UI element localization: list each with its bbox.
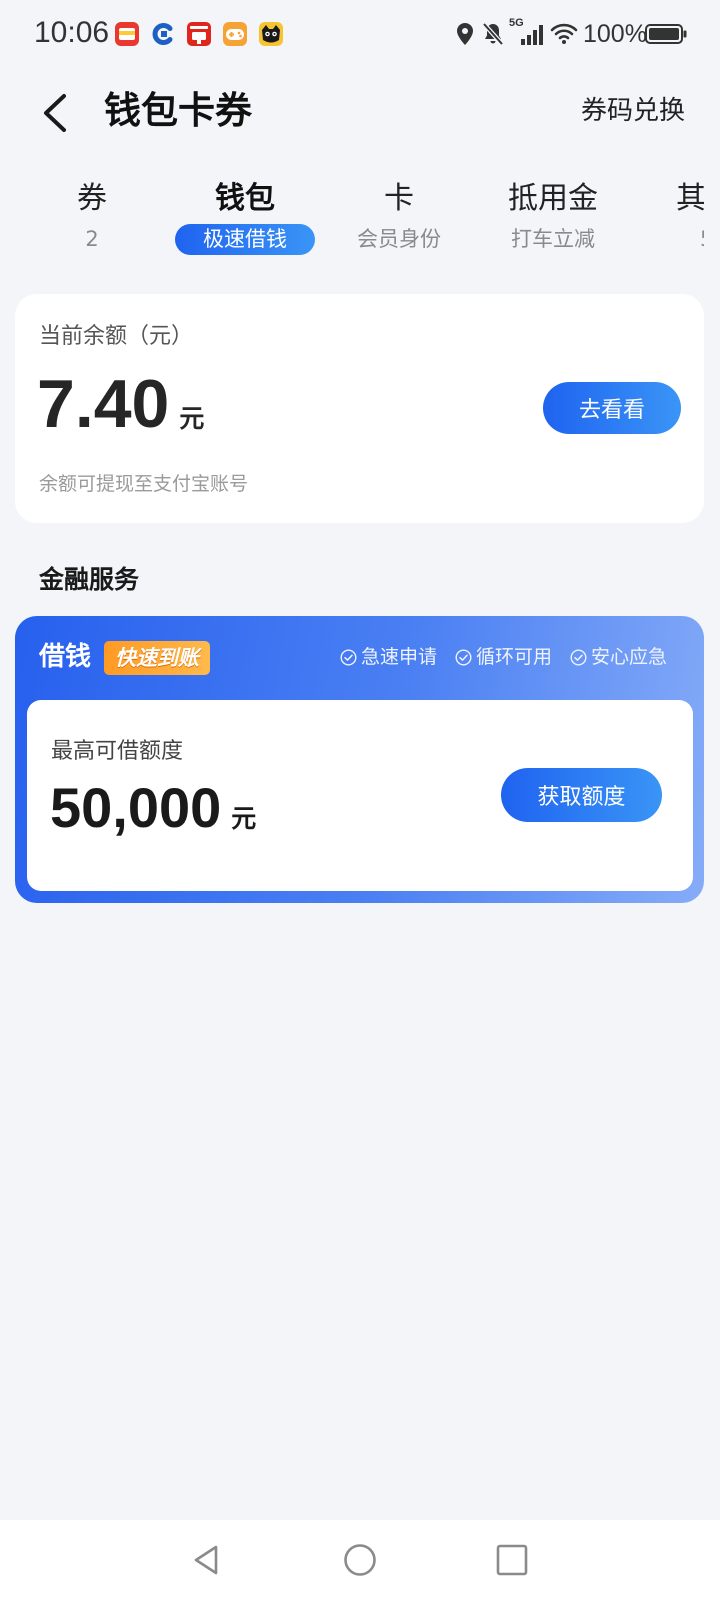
game-app-icon: [223, 22, 247, 46]
page-title: 钱包卡券: [104, 89, 252, 132]
tab-sub: 会员身份: [357, 227, 441, 251]
cat-app-icon: [259, 22, 283, 46]
feature-text: 急速申请: [361, 646, 438, 668]
tab-other[interactable]: 其 5: [676, 172, 704, 264]
tab-label: 其: [676, 181, 704, 216]
feature-text: 安心应急: [591, 646, 668, 668]
chevron-left-icon: [44, 94, 66, 132]
feature-item: 安心应急: [570, 646, 667, 668]
tab-coupons[interactable]: 券 2: [17, 172, 167, 264]
wifi-icon: [550, 23, 578, 44]
tab-sub: 打车立减: [511, 227, 595, 251]
back-icon[interactable]: [188, 1542, 224, 1578]
balance-card: 当前余额（元） 7.40 元 去看看 余额可提现至支付宝账号: [15, 294, 704, 523]
check-circle-icon: [570, 648, 587, 666]
status-time: 10:06: [34, 16, 110, 49]
tab-label: 抵用金: [508, 181, 598, 216]
loan-card[interactable]: 借钱 快速到账 急速申请 循环可用 安心应急 最高可借额度 50,000 元 获…: [15, 616, 704, 903]
notification-app-icons: [114, 21, 284, 47]
loan-amount-row: 50,000 元: [50, 775, 256, 841]
check-circle-icon: [455, 648, 472, 666]
loan-title: 借钱: [39, 642, 92, 672]
feature-item: 循环可用: [455, 646, 552, 668]
tab-wallet[interactable]: 钱包 极速借钱: [170, 172, 320, 264]
loan-features: 急速申请 循环可用 安心应急: [340, 646, 667, 668]
feature-text: 循环可用: [476, 646, 553, 668]
balance-amount-row: 7.40 元: [37, 364, 204, 444]
tab-label: 钱包: [215, 181, 275, 216]
bell-off-icon: [482, 22, 504, 46]
tab-label: 卡: [384, 181, 414, 216]
tab-sub-pill: 极速借钱: [175, 224, 315, 255]
section-title: 金融服务: [39, 565, 140, 594]
home-icon[interactable]: [342, 1542, 378, 1578]
balance-unit: 元: [179, 404, 205, 433]
balance-amount: 7.40: [37, 366, 170, 442]
back-button[interactable]: [38, 91, 74, 135]
redeem-code-button[interactable]: 券码兑换: [581, 94, 685, 128]
bank-app-icon: [152, 23, 173, 45]
battery-percent: 100%: [583, 20, 647, 48]
balance-label: 当前余额（元）: [39, 324, 194, 349]
loan-badge: 快速到账: [104, 641, 210, 675]
loan-limit-panel: 最高可借额度 50,000 元 获取额度: [27, 700, 693, 891]
card-app-icon: [115, 22, 139, 46]
battery-icon: [645, 24, 687, 44]
check-circle-icon: [340, 648, 357, 666]
loan-limit-label: 最高可借额度: [51, 739, 184, 764]
feature-item: 急速申请: [340, 646, 437, 668]
category-tabs: 券 2 钱包 极速借钱 卡 会员身份 抵用金 打车立减 其 5: [0, 172, 704, 264]
location-icon: [457, 23, 473, 45]
tab-sub: 2: [85, 227, 99, 251]
tab-label: 券: [77, 181, 107, 216]
tab-vouchers[interactable]: 抵用金 打车立减: [478, 172, 628, 264]
tab-sub: 5: [700, 224, 704, 255]
tab-cards[interactable]: 卡 会员身份: [324, 172, 474, 264]
recents-icon[interactable]: [494, 1542, 530, 1578]
red-app-icon: [187, 22, 211, 46]
system-nav-bar: [0, 1520, 720, 1600]
status-bar: 10:06 5G 100%: [0, 0, 720, 66]
view-balance-button[interactable]: 去看看: [543, 382, 681, 434]
loan-limit-unit: 元: [231, 804, 257, 833]
signal-icon: [521, 25, 543, 45]
get-limit-button[interactable]: 获取额度: [501, 768, 662, 822]
balance-note: 余额可提现至支付宝账号: [39, 473, 249, 495]
loan-limit-amount: 50,000: [50, 776, 222, 839]
